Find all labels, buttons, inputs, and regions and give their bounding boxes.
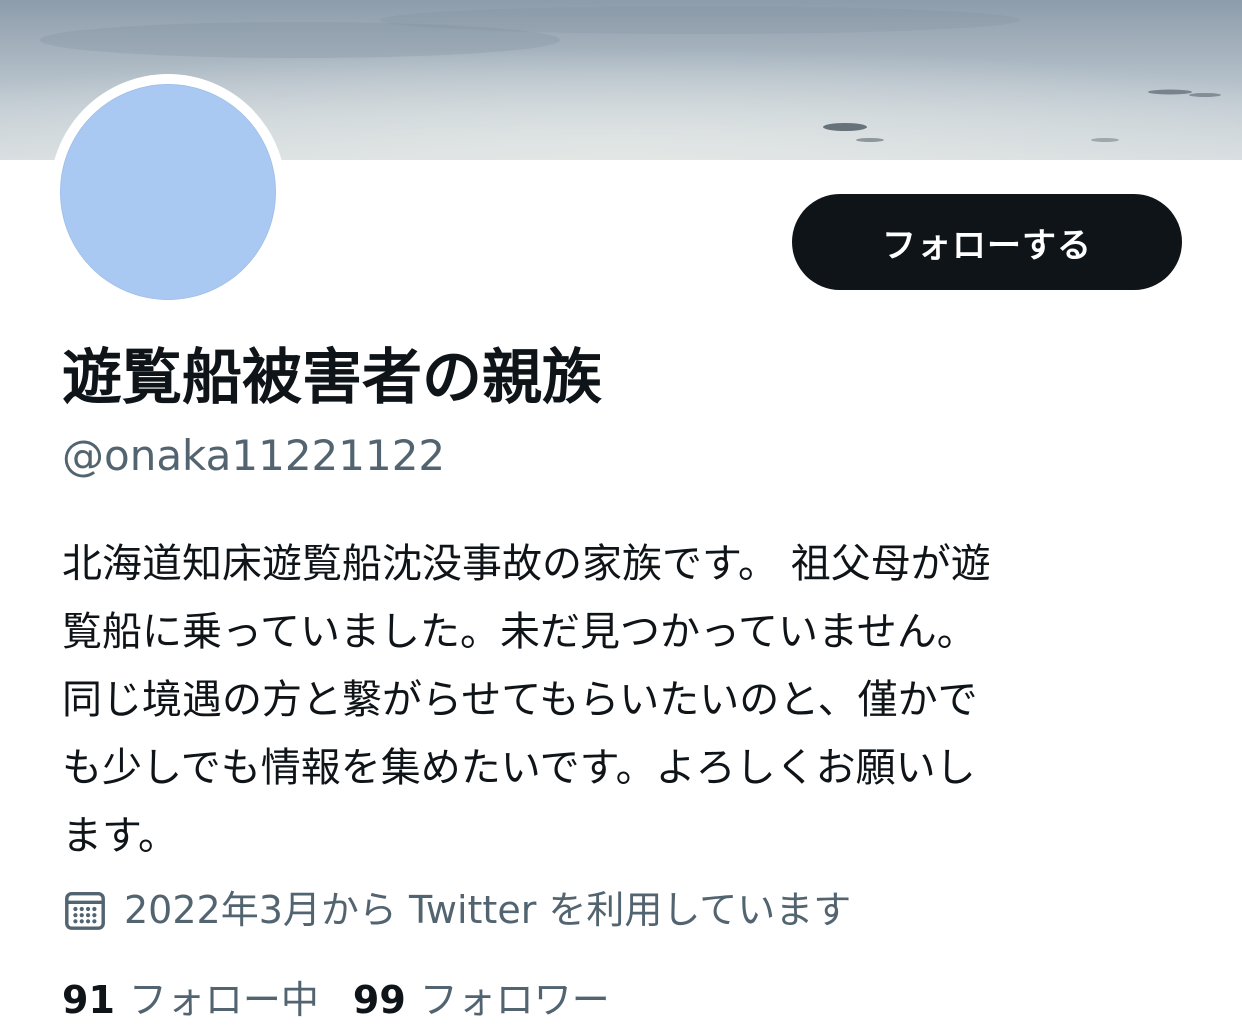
display-name: 遊覧船被害者の親族 xyxy=(62,343,602,413)
bio-line: 覧船に乗っていました。未だ見つかっていません。 xyxy=(62,609,977,655)
following-link[interactable]: 91 フォロー中 xyxy=(62,974,319,1026)
following-label: フォロー中 xyxy=(128,978,319,1022)
joined-date: 2022年3月から Twitter を利用しています xyxy=(62,884,851,936)
followers-label: フォロワー xyxy=(419,978,610,1022)
joined-text: 2022年3月から Twitter を利用しています xyxy=(124,888,852,932)
bio-line: 同じ境遇の方と繋がらせてもらいたいのと、僅かで xyxy=(62,677,978,723)
profile-bio: 北海道知床遊覧船沈没事故の家族です。 祖父母が遊 覧船に乗っていました。未だ見つ… xyxy=(62,530,1192,870)
bio-line: ます。 xyxy=(62,813,178,859)
bio-line: 北海道知床遊覧船沈没事故の家族です。 祖父母が遊 xyxy=(62,541,991,587)
user-handle: @onaka11221122 xyxy=(62,431,446,480)
avatar[interactable] xyxy=(60,84,276,300)
bio-line: も少しでも情報を集めたいです。よろしくお願いし xyxy=(62,745,976,791)
followers-link[interactable]: 99 フォロワー xyxy=(353,974,610,1026)
following-count: 91 xyxy=(62,978,115,1022)
follow-button[interactable]: フォローする xyxy=(792,194,1182,290)
followers-count: 99 xyxy=(352,978,406,1022)
calendar-icon xyxy=(65,891,105,930)
follow-stats: 91 フォロー中 99 フォロワー xyxy=(62,974,644,1026)
